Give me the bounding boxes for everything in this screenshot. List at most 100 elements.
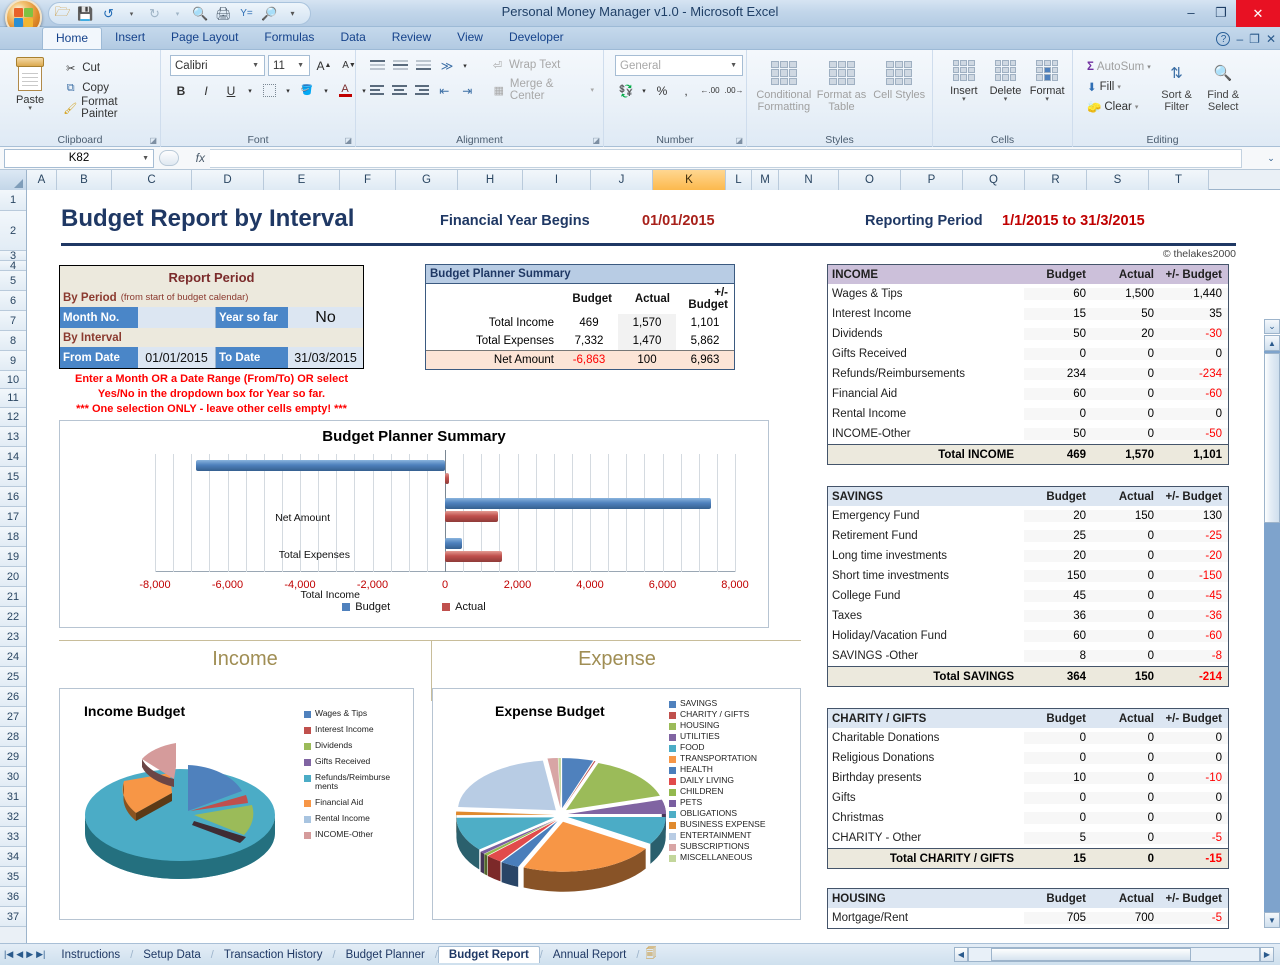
column-header-t[interactable]: T [1149,170,1209,190]
name-box-chevron-down-icon[interactable]: ▼ [142,155,149,162]
row-header-15[interactable]: 15 [0,467,26,487]
number-format-select[interactable]: General ▼ [615,55,743,76]
sheet-tab-setup-data[interactable]: Setup Data [133,947,211,963]
row-header-2[interactable]: 2 [0,211,26,251]
accounting-format-button[interactable]: 💱 [615,80,637,101]
decrease-decimal-button[interactable]: .00→ [723,80,745,101]
row-header-33[interactable]: 33 [0,827,26,847]
month-no-input[interactable] [138,307,216,328]
vertical-scroll-thumb[interactable] [1264,353,1280,523]
sheet-canvas[interactable]: Budget Report by Interval Financial Year… [27,190,1280,950]
formula-input[interactable] [210,149,1242,168]
insert-dropdown-icon[interactable]: ▾ [962,97,966,103]
row-header-25[interactable]: 25 [0,667,26,687]
sheet-tab-budget-report[interactable]: Budget Report [438,946,540,963]
align-center-button[interactable] [389,80,409,100]
cut-button[interactable]: ✂ Cut [59,58,155,78]
autosum-dropdown-icon[interactable]: ▾ [1147,63,1151,71]
sheet-tab-transaction-history[interactable]: Transaction History [214,947,333,963]
sheet-tab-budget-planner[interactable]: Budget Planner [336,947,435,963]
select-all-corner[interactable] [0,170,27,190]
column-header-s[interactable]: S [1087,170,1149,190]
row-header-19[interactable]: 19 [0,547,26,567]
align-bottom-button[interactable] [413,55,434,75]
clear-button[interactable]: 🧽 Clear ▾ [1084,97,1154,117]
horizontal-scrollbar[interactable]: ◀ ▶ [954,947,1274,962]
delete-cells-button[interactable]: Delete ▾ [986,55,1026,103]
row-header-26[interactable]: 26 [0,687,26,707]
nav-next-icon[interactable]: ▶ [26,949,33,960]
fill-button[interactable]: ⬇ Fill ▾ [1084,77,1154,97]
column-header-j[interactable]: J [591,170,653,190]
column-header-i[interactable]: I [523,170,591,190]
grow-font-button[interactable]: A▲ [313,55,335,76]
scroll-down-icon[interactable]: ▼ [1264,912,1280,928]
row-header-30[interactable]: 30 [0,767,26,787]
underline-dropdown-icon[interactable]: ▾ [245,80,255,101]
font-size-input[interactable]: 11 ▼ [268,55,310,76]
column-header-l[interactable]: L [726,170,752,190]
percent-style-button[interactable]: % [651,80,673,101]
decrease-indent-button[interactable]: ⇤ [434,80,455,101]
row-header-6[interactable]: 6 [0,291,26,311]
fill-dropdown-icon[interactable]: ▾ [1117,83,1121,91]
bold-button[interactable]: B [170,80,192,101]
column-header-m[interactable]: M [752,170,779,190]
tab-review[interactable]: Review [379,27,444,49]
row-header-14[interactable]: 14 [0,447,26,467]
expand-formula-bar-icon[interactable]: ⌄ [1262,153,1280,164]
cell-styles-button[interactable]: Cell Styles [871,55,927,102]
hscroll-track[interactable] [968,947,1260,962]
horizontal-scroll-thumb[interactable] [991,948,1191,961]
row-header-34[interactable]: 34 [0,847,26,867]
column-header-r[interactable]: R [1025,170,1087,190]
align-middle-button[interactable] [390,55,411,75]
sort-filter-button[interactable]: ⇅ Sort & Filter [1154,55,1200,113]
row-header-18[interactable]: 18 [0,527,26,547]
wrap-text-button[interactable]: ⏎ Wrap Text [486,55,564,75]
row-header-7[interactable]: 7 [0,311,26,331]
row-header-35[interactable]: 35 [0,867,26,887]
row-header-20[interactable]: 20 [0,567,26,587]
column-header-b[interactable]: B [57,170,112,190]
tab-formulas[interactable]: Formulas [251,27,327,49]
autosum-button[interactable]: Σ AutoSum ▾ [1084,57,1154,77]
from-date-input[interactable]: 01/01/2015 [138,347,216,368]
row-header-28[interactable]: 28 [0,727,26,747]
row-header-5[interactable]: 5 [0,271,26,291]
column-header-d[interactable]: D [192,170,264,190]
restore-button[interactable]: ❐ [1206,1,1236,24]
font-name-input[interactable]: Calibri ▼ [170,55,265,76]
row-header-17[interactable]: 17 [0,507,26,527]
income-budget-chart[interactable]: Income Budget [59,688,414,920]
format-dropdown-icon[interactable]: ▾ [1045,97,1049,103]
vertical-split-handle[interactable]: ⌄ [1264,319,1280,334]
increase-decimal-button[interactable]: ←.00 [699,80,721,101]
row-header-31[interactable]: 31 [0,787,26,807]
find-select-button[interactable]: 🔍 Find & Select [1199,55,1247,113]
number-format-chevron-down-icon[interactable]: ▼ [727,62,740,69]
insert-function-icon[interactable]: fx [196,151,205,165]
tab-page-layout[interactable]: Page Layout [158,27,251,49]
delete-dropdown-icon[interactable]: ▾ [1004,97,1008,103]
column-header-e[interactable]: E [264,170,340,190]
column-header-g[interactable]: G [396,170,458,190]
clear-dropdown-icon[interactable]: ▾ [1135,103,1139,111]
font-name-chevron-down-icon[interactable]: ▼ [249,62,262,69]
alignment-dialog-launcher-icon[interactable]: ◪ [592,136,600,145]
italic-button[interactable]: I [195,80,217,101]
hscroll-right-icon[interactable]: ▶ [1260,947,1274,962]
row-header-16[interactable]: 16 [0,487,26,507]
orientation-dropdown-icon[interactable]: ▾ [460,55,470,76]
row-header-9[interactable]: 9 [0,351,26,371]
column-header-o[interactable]: O [839,170,901,190]
row-header-36[interactable]: 36 [0,887,26,907]
tab-insert[interactable]: Insert [102,27,158,49]
number-dialog-launcher-icon[interactable]: ◪ [735,136,743,145]
row-header-12[interactable]: 12 [0,408,26,427]
tab-home[interactable]: Home [42,27,102,49]
restore-workbook-icon[interactable]: ❐ [1249,32,1260,46]
align-left-button[interactable] [367,80,387,100]
conditional-formatting-button[interactable]: Conditional Formatting [756,55,812,113]
row-header-11[interactable]: 11 [0,389,26,408]
